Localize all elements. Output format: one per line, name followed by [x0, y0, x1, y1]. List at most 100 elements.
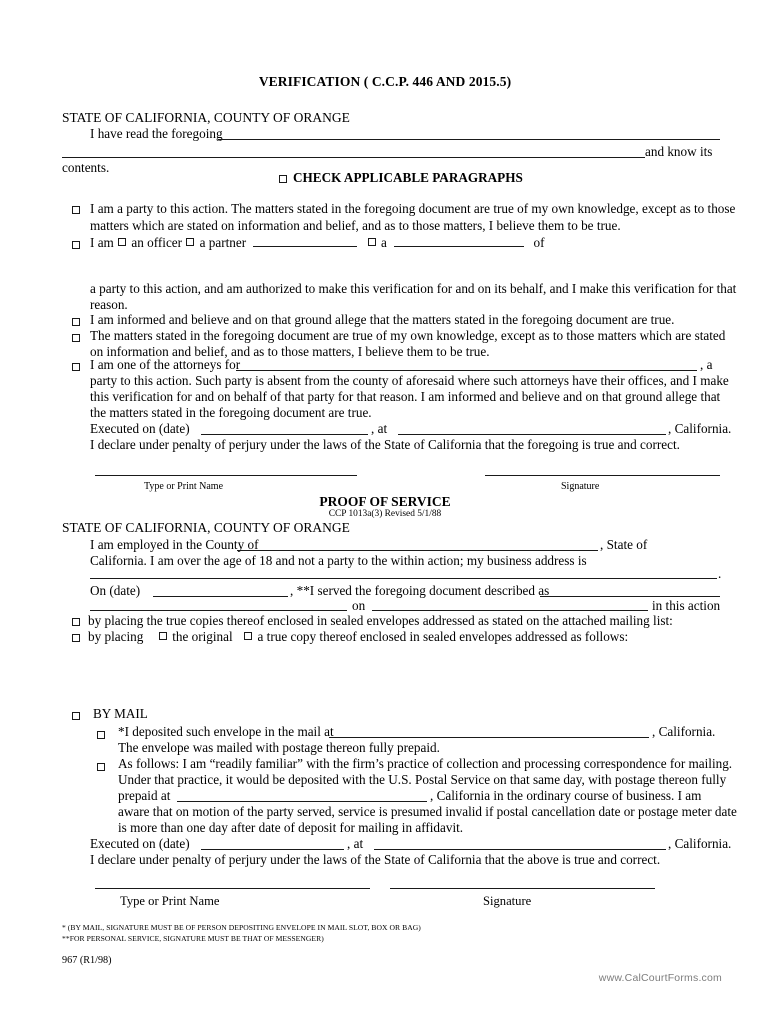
proof-executed-place-blank[interactable] — [374, 849, 666, 850]
verification-executed-date-blank[interactable] — [201, 434, 368, 435]
foregoing-blank-line-1[interactable] — [218, 139, 720, 140]
para-attorneys-line1-post: , a — [700, 357, 713, 372]
verification-name-signature-line[interactable] — [95, 475, 357, 476]
served-document-blank-2[interactable] — [90, 610, 347, 611]
employed-county-blank[interactable] — [237, 550, 598, 551]
checkbox-matters-stated-true[interactable] — [72, 334, 80, 342]
form-page: VERIFICATION ( C.C.P. 446 AND 2015.5) ST… — [0, 0, 770, 1024]
business-address-period: . — [718, 566, 722, 581]
deposited-envelope-post: , California. — [652, 724, 716, 739]
verification-declare-line: I declare under penalty of perjury under… — [90, 437, 680, 452]
true-copy-label: a true copy thereof enclosed in sealed e… — [257, 629, 629, 644]
checkbox-the-original[interactable] — [158, 632, 167, 640]
proof-executed-on-label: Executed on (date) — [90, 836, 190, 851]
checkbox-a-other[interactable] — [367, 238, 376, 246]
served-document-label: , **I served the foregoing document desc… — [290, 583, 550, 598]
verification-signature-label: Signature — [561, 481, 600, 492]
by-mail-heading: BY MAIL — [93, 706, 148, 721]
served-on-party-blank[interactable] — [372, 610, 648, 611]
proof-state-county: STATE OF CALIFORNIA, COUNTY OF ORANGE — [62, 520, 350, 535]
of-label: of — [533, 235, 545, 250]
deposited-envelope-line2: The envelope was mailed with postage the… — [118, 740, 440, 755]
the-original-label: the original — [172, 629, 233, 644]
footer-url: www.CalCourtForms.com — [598, 972, 722, 984]
officer-partner-cont-line2: reason. — [90, 297, 128, 312]
checkbox-officer-partner[interactable] — [72, 241, 80, 249]
checkbox-as-follows[interactable] — [97, 763, 105, 771]
as-follows-line1: As follows: I am “readily familiar” with… — [118, 756, 733, 771]
footnote-double-star: **FOR PERSONAL SERVICE, SIGNATURE MUST B… — [62, 934, 324, 943]
a-other-blank-line[interactable] — [394, 236, 525, 247]
attorneys-blank-line[interactable] — [236, 370, 697, 371]
as-follows-line3-pre: prepaid at — [118, 788, 171, 803]
employed-county-post: , State of — [600, 537, 648, 552]
para-attorneys-line3: this verification for and on behalf of t… — [90, 389, 721, 404]
checkbox-party-to-action[interactable] — [72, 206, 80, 214]
in-this-action-label: in this action — [652, 598, 721, 613]
an-officer-label: an officer — [131, 235, 183, 250]
officer-partner-row: I am an officer a partner a of — [90, 235, 545, 250]
para-attorneys-line4: the matters stated in the foregoing docu… — [90, 405, 372, 420]
on-date-label: On (date) — [90, 583, 141, 598]
verification-name-label: Type or Print Name — [144, 481, 224, 492]
as-follows-line5: is more than one day after date of depos… — [118, 820, 464, 835]
business-address-blank[interactable] — [90, 578, 717, 579]
verification-executed-on-label: Executed on (date) — [90, 421, 190, 436]
option-sealed-envelopes-text: by placing the true copies thereof enclo… — [88, 613, 673, 628]
deposited-envelope-blank[interactable] — [329, 737, 649, 738]
contents-label: contents. — [62, 160, 110, 175]
footnote-single-star: * (BY MAIL, SIGNATURE MUST BE OF PERSON … — [62, 923, 421, 932]
by-placing-row: by placing the original a true copy ther… — [88, 629, 628, 644]
checkbox-sealed-envelopes-mailing-list[interactable] — [72, 618, 80, 626]
a-partner-label: a partner — [199, 235, 247, 250]
as-follows-line3-post: , California in the ordinary course of b… — [430, 788, 702, 803]
a-other-label: a — [381, 235, 387, 250]
page-title: VERIFICATION ( C.C.P. 446 AND 2015.5) — [258, 74, 512, 89]
proof-name-signature-line[interactable] — [95, 888, 370, 889]
checkbox-an-officer[interactable] — [118, 238, 127, 246]
proof-name-label: Type or Print Name — [120, 894, 220, 908]
checkbox-informed-and-believe[interactable] — [72, 318, 80, 326]
para-matters-stated-line1: The matters stated in the foregoing docu… — [90, 328, 726, 343]
partner-blank-line[interactable] — [253, 236, 358, 247]
verification-executed-place-blank[interactable] — [398, 434, 666, 435]
checkbox-a-partner[interactable] — [186, 238, 195, 246]
foregoing-blank-line-2[interactable] — [62, 157, 645, 158]
para-party-to-action-line1: I am a party to this action. The matters… — [90, 201, 736, 216]
served-document-blank[interactable] — [540, 596, 720, 597]
proof-declare-line: I declare under penalty of perjury under… — [90, 852, 661, 867]
check-applicable-paragraphs-heading: CHECK APPLICABLE PARAGRAPHS — [293, 170, 523, 185]
para-party-to-action-line2: matters which are stated on information … — [90, 218, 621, 233]
proof-at-label: , at — [347, 836, 364, 851]
checkbox-deposited-envelope[interactable] — [97, 731, 105, 739]
para-attorneys-line2: party to this action. Such party is abse… — [90, 373, 729, 388]
proof-executed-date-blank[interactable] — [201, 849, 344, 850]
checkbox-by-mail[interactable] — [72, 712, 80, 720]
officer-partner-cont-line1: a party to this action, and am authorize… — [90, 281, 737, 296]
employed-county-pre: I am employed in the County of — [90, 537, 259, 552]
verification-at-label: , at — [371, 421, 388, 436]
verification-signature-line[interactable] — [485, 475, 720, 476]
proof-of-service-subheading: CCP 1013a(3) Revised 5/1/88 — [328, 509, 442, 519]
para-attorneys-line1-pre: I am one of the attorneys for — [90, 357, 241, 372]
on-label: on — [352, 598, 366, 613]
checkbox-true-copy[interactable] — [244, 632, 253, 640]
proof-signature-line[interactable] — [390, 888, 655, 889]
verification-state-county: STATE OF CALIFORNIA, COUNTY OF ORANGE — [62, 110, 350, 125]
checkbox-one-of-attorneys[interactable] — [72, 363, 80, 371]
over-age-line: California. I am over the age of 18 and … — [90, 553, 587, 568]
deposited-envelope-pre: *I deposited such envelope in the mail a… — [118, 724, 334, 739]
verification-california-label: , California. — [668, 421, 732, 436]
read-foregoing-label: I have read the foregoing — [90, 126, 223, 141]
i-am-label: I am — [90, 235, 114, 250]
and-know-its-label: and know its — [645, 144, 713, 159]
as-follows-line4: aware that on motion of the party served… — [118, 804, 737, 819]
as-follows-prepaid-blank[interactable] — [177, 801, 427, 802]
proof-california-label: , California. — [668, 836, 732, 851]
proof-of-service-heading: PROOF OF SERVICE — [319, 494, 451, 509]
check-applicable-paragraphs-checkbox[interactable] — [279, 175, 287, 183]
on-date-blank[interactable] — [153, 596, 288, 597]
para-informed-and-believe-line1: I am informed and believe and on that gr… — [90, 312, 675, 327]
checkbox-by-placing[interactable] — [72, 634, 80, 642]
by-placing-label: by placing — [88, 629, 144, 644]
